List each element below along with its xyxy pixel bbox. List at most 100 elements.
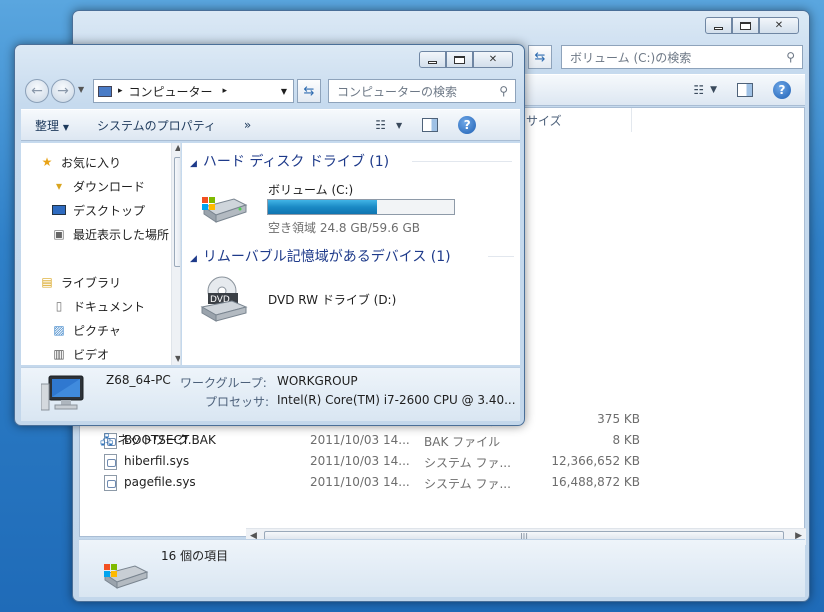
- table-row[interactable]: hiberfil.sys 2011/10/03 14... システム ファ... 12…: [94, 451, 654, 472]
- minimize-button[interactable]: [419, 51, 446, 68]
- search-placeholder: ボリューム (C:)の検索: [570, 50, 692, 65]
- nav-item-downloads[interactable]: ▾ ダウンロード: [51, 175, 145, 197]
- column-header-size[interactable]: サイズ: [518, 108, 632, 132]
- processor-label: プロセッサ:: [205, 395, 270, 409]
- refresh-button[interactable]: ⇆: [297, 79, 321, 103]
- workgroup-value: WORKGROUP: [277, 374, 358, 388]
- recent-pages-icon[interactable]: ▼: [78, 85, 84, 94]
- file-type: システム ファ...: [424, 477, 511, 491]
- close-button[interactable]: ✕: [473, 51, 513, 68]
- hard-drive-icon: [202, 197, 248, 223]
- content-pane: ◢ ハード ディスク ドライブ (1) ボリューム (C:) 空き領域 24.8 …: [182, 143, 520, 365]
- help-icon[interactable]: ?: [458, 116, 477, 134]
- close-icon: ✕: [774, 20, 784, 31]
- address-dropdown-icon[interactable]: ▼: [281, 87, 287, 96]
- drive-c-free-space: 空き領域 24.8 GB/59.6 GB: [268, 221, 420, 235]
- item-count: 16 個の項目: [161, 549, 229, 563]
- nav-item-favorites[interactable]: ★ お気に入り: [39, 151, 121, 173]
- refresh-icon: ⇆: [303, 83, 315, 99]
- preview-pane-icon[interactable]: [422, 118, 439, 132]
- drive-c-label: ボリューム (C:): [268, 183, 354, 197]
- collapse-icon: ◢: [190, 159, 197, 169]
- file-name: hiberfil.sys: [124, 454, 190, 468]
- view-icon[interactable]: ☷: [693, 83, 704, 97]
- breadcrumb-arrow-icon[interactable]: ▸: [118, 86, 123, 96]
- maximize-button[interactable]: [446, 51, 473, 68]
- file-size: 8 KB: [612, 433, 640, 447]
- breadcrumb-arrow-icon[interactable]: ▸: [223, 86, 228, 96]
- organize-button[interactable]: 整理 ▼: [21, 117, 83, 134]
- close-icon: ✕: [488, 54, 498, 65]
- scroll-down-icon[interactable]: ▼: [175, 354, 180, 363]
- details-pane: 16 個の項目: [79, 539, 805, 597]
- nav-item-documents[interactable]: ▯ ドキュメント: [51, 295, 145, 317]
- address-bar[interactable]: ▸ コンピューター ▸ ▼: [93, 79, 294, 103]
- preview-pane-icon[interactable]: [737, 83, 753, 97]
- file-icon: [104, 475, 117, 491]
- computer-small-icon: [98, 85, 112, 97]
- file-size: 375 KB: [597, 412, 640, 426]
- nav-item-desktop[interactable]: デスクトップ: [51, 199, 145, 221]
- nav-network-label: ネットワーク: [117, 433, 190, 447]
- recent-places-icon: ▣: [53, 227, 65, 241]
- table-row[interactable]: pagefile.sys 2011/10/03 14... システム ファ... 16…: [94, 472, 654, 493]
- breadcrumb-computer[interactable]: コンピューター: [129, 83, 213, 100]
- minimize-icon: [428, 61, 437, 64]
- star-icon: ★: [41, 155, 53, 169]
- library-icon: ▤: [41, 275, 53, 289]
- file-date: 2011/10/03 14...: [310, 454, 410, 468]
- nav-item-pictures[interactable]: ▨ ピクチャ: [51, 319, 121, 341]
- network-icon: 🖧: [100, 433, 114, 447]
- desktop-icon: [51, 203, 67, 217]
- view-dropdown-icon[interactable]: ▼: [710, 85, 717, 95]
- organize-dropdown-icon: ▼: [62, 122, 69, 132]
- maximize-icon: [454, 55, 465, 64]
- nav-item-libraries[interactable]: ▤ ライブラリ: [39, 271, 121, 293]
- back-button[interactable]: ←: [25, 79, 49, 103]
- computer-name: Z68_64-PC: [106, 373, 171, 387]
- close-button[interactable]: ✕: [759, 17, 799, 34]
- nav-item-network[interactable]: 🖧 ネットワーク: [100, 431, 189, 452]
- view-icon[interactable]: ☷: [375, 118, 386, 132]
- group-header-hard-disks[interactable]: ◢ ハード ディスク ドライブ (1): [190, 151, 514, 171]
- back-arrow-icon: ←: [31, 83, 43, 99]
- help-icon[interactable]: ?: [773, 81, 791, 99]
- search-input[interactable]: コンピューターの検索 ⚲: [328, 79, 516, 103]
- scroll-up-icon[interactable]: ▲: [175, 143, 180, 152]
- navigation-pane: ★ お気に入り ▾ ダウンロード デスクトップ ▣ 最近表示した場所 ▤ ライブラリ ▯…: [21, 143, 181, 365]
- nav-item-recent-places[interactable]: ▣ 最近表示した場所: [51, 223, 169, 245]
- drive-icon: [103, 564, 149, 589]
- documents-icon: ▯: [55, 299, 63, 313]
- system-properties-button[interactable]: システムのプロパティ: [83, 117, 230, 134]
- minimize-icon: [714, 27, 723, 30]
- refresh-button[interactable]: ⇆: [528, 45, 552, 69]
- maximize-icon: [740, 21, 751, 30]
- drive-c-usage-bar: [267, 199, 455, 215]
- drive-item-d[interactable]: DVD DVD RW ドライブ (D:): [196, 273, 496, 325]
- file-type: システム ファ...: [424, 456, 511, 470]
- videos-icon: ▥: [53, 347, 65, 361]
- maximize-button[interactable]: [732, 17, 759, 34]
- forward-button[interactable]: →: [51, 79, 75, 103]
- toolbar: 整理 ▼ システムのプロパティ » ☷ ▼ ?: [21, 109, 520, 141]
- scrollbar-thumb[interactable]: [174, 157, 180, 267]
- downloads-folder-icon: ▾: [55, 179, 63, 193]
- minimize-button[interactable]: [705, 17, 732, 34]
- file-date: 2011/10/03 14...: [310, 475, 410, 489]
- nav-item-videos[interactable]: ▥ ビデオ: [51, 343, 109, 365]
- drive-item-c[interactable]: ボリューム (C:) 空き領域 24.8 GB/59.6 GB: [196, 181, 496, 237]
- search-input[interactable]: ボリューム (C:)の検索 ⚲: [561, 45, 803, 69]
- explorer-window-computer[interactable]: ✕ ← → ▼ ▸ コンピューター ▸ ▼ ⇆ コンピューターの検索 ⚲ 整理 …: [14, 44, 525, 426]
- pictures-icon: ▨: [53, 323, 65, 337]
- vertical-scrollbar[interactable]: ▲ ▼: [171, 143, 180, 365]
- file-icon: [104, 454, 117, 470]
- processor-value: Intel(R) Core(TM) i7-2600 CPU @ 3.40...: [277, 393, 516, 407]
- usage-bar-fill: [268, 200, 377, 214]
- computer-icon: [41, 375, 84, 411]
- group-header-removable[interactable]: ◢ リムーバブル記憶域があるデバイス (1): [190, 246, 514, 266]
- workgroup-label: ワークグループ:: [180, 376, 267, 390]
- more-commands-button[interactable]: »: [230, 118, 265, 132]
- file-name: pagefile.sys: [124, 475, 196, 489]
- view-dropdown-icon[interactable]: ▼: [396, 121, 402, 130]
- dvd-drive-icon: DVD: [200, 276, 248, 322]
